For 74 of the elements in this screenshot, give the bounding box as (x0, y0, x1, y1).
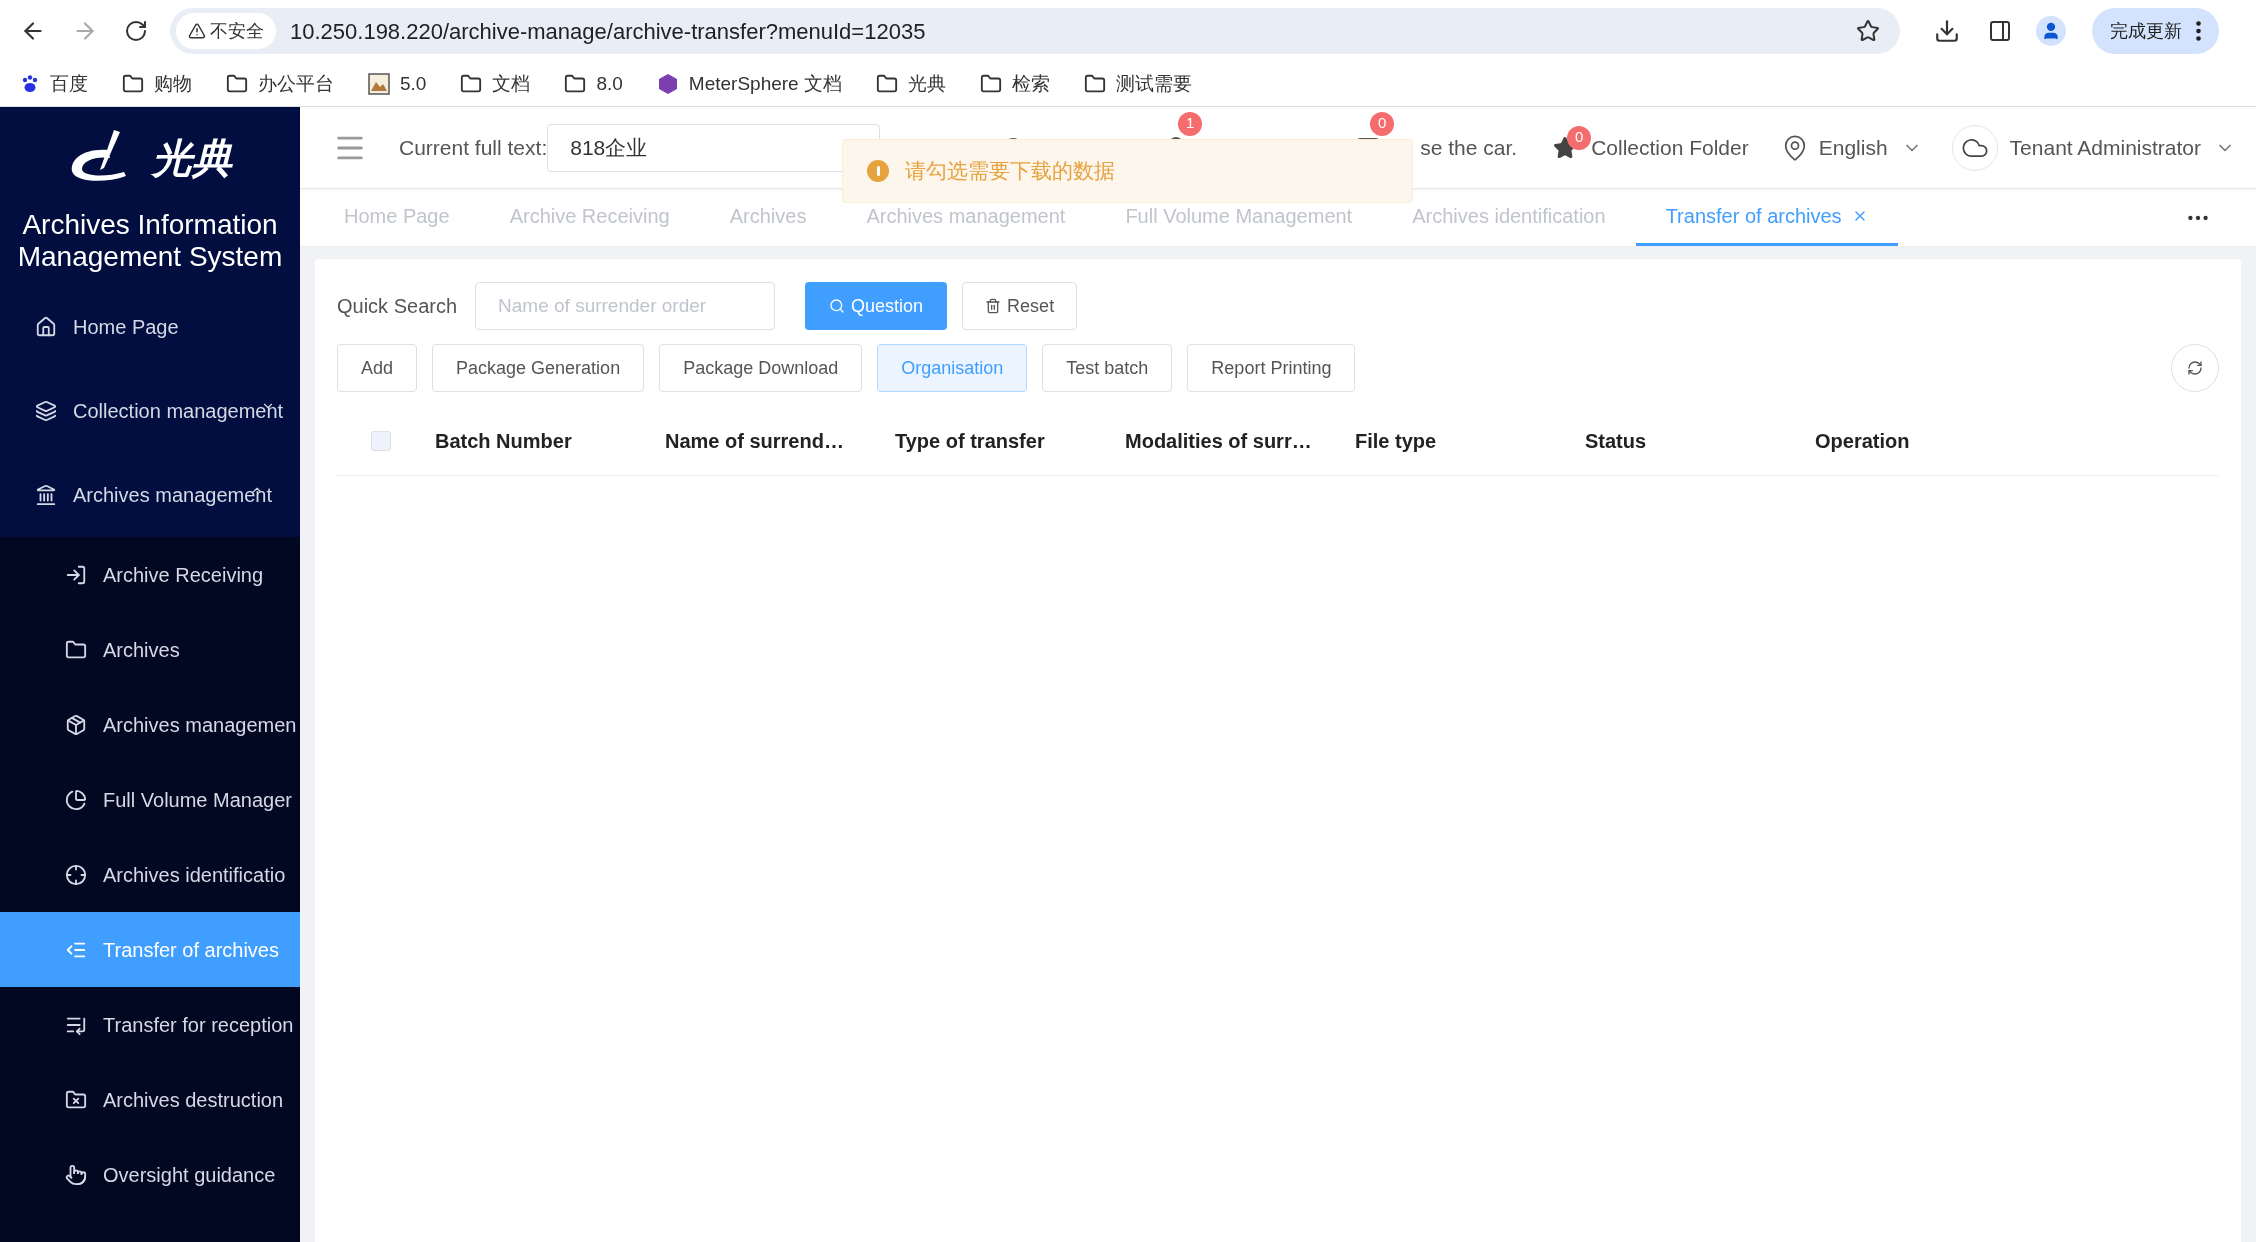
update-button[interactable]: 完成更新 (2092, 8, 2219, 54)
bookmark[interactable]: 8.0 (564, 69, 623, 99)
collection-folder-link[interactable]: Collection Folder (1591, 131, 1749, 164)
toolbar-button[interactable]: Package Generation (432, 344, 645, 392)
sidebar-item[interactable]: Home Page (0, 285, 300, 369)
folder-icon (875, 73, 898, 95)
count-badge: 0 (1567, 125, 1592, 150)
trash-icon (985, 298, 1002, 314)
warning-icon (867, 160, 889, 182)
bookmark[interactable]: 5.0 (368, 69, 427, 99)
folder-icon (122, 73, 144, 95)
sidebar-item[interactable]: Archives (0, 612, 300, 687)
bookmark[interactable]: 检索 (979, 69, 1050, 99)
search-icon (829, 298, 846, 314)
column-header: Modalities of surr… (1125, 429, 1312, 452)
warning-icon (188, 22, 206, 40)
folder-icon (564, 73, 587, 95)
side-panel-icon[interactable] (1988, 19, 2012, 43)
sidebar-item[interactable]: Archives management (0, 453, 300, 537)
bookmark[interactable]: 光典 (875, 69, 946, 99)
system-title: Archives Information Management System (16, 209, 284, 274)
bookmark[interactable]: 文档 (460, 69, 531, 99)
current-input[interactable]: 818企业 (547, 123, 881, 172)
sidebar-item[interactable]: Archives managemen (0, 687, 300, 762)
sidebar-item[interactable]: Archives destruction (0, 1062, 300, 1137)
sidebar-item[interactable]: Archives identificatio (0, 837, 300, 912)
quick-search-label: Quick Search (337, 294, 458, 319)
sidebar-item[interactable]: Archive Receiving (0, 537, 300, 612)
toolbar-button[interactable]: Report Printing (1187, 344, 1356, 392)
hexagon-icon (656, 73, 679, 95)
column-header: Status (1585, 429, 1647, 452)
user-name[interactable]: Tenant Administrator (2009, 131, 2202, 164)
folder-icon (460, 73, 483, 95)
toast-message: 请勾选需要下载的数据 (905, 158, 1115, 185)
current-label: Current full text: (399, 134, 548, 161)
column-header: Type of transfer (895, 429, 1045, 452)
count-badge: 0 (1370, 111, 1395, 136)
count-badge: 1 (1178, 111, 1203, 136)
folder-icon (226, 73, 248, 95)
sidebar-item[interactable]: Full Volume Manager (0, 762, 300, 837)
car-text: se the car. (1420, 134, 1518, 161)
reset-button[interactable]: Reset (962, 282, 1078, 330)
bookmark[interactable]: 办公平台 (226, 69, 334, 99)
paw-icon (20, 74, 40, 94)
column-header: Operation (1815, 429, 1910, 452)
bookmark[interactable]: 测试需要 (1083, 69, 1192, 99)
folder-icon (1083, 73, 1106, 95)
toolbar-button[interactable]: Add (337, 344, 418, 392)
sidebar-item[interactable]: Collection management (0, 369, 300, 453)
security-chip[interactable]: 不安全 (176, 13, 276, 49)
url-text: 10.250.198.220/archive-manage/archive-transfer?menuId=12035 (290, 17, 926, 46)
download-icon[interactable] (1934, 18, 1960, 44)
image-icon (368, 73, 390, 95)
reload-icon[interactable] (124, 19, 148, 43)
address-bar[interactable]: 不安全 10.250.198.220/archive-manage/archive-transfer?menuId=12035 (170, 8, 1900, 54)
column-header: Name of surrend… (665, 429, 844, 452)
sidebar-item[interactable]: Oversight guidance (0, 1137, 300, 1212)
select-all-checkbox[interactable] (371, 430, 391, 451)
column-header: File type (1355, 429, 1437, 452)
sidebar-item[interactable]: Transfer for reception (0, 987, 300, 1062)
logo-text: 光典 (152, 135, 232, 182)
bookmark-star-icon[interactable] (1856, 19, 1880, 43)
folder-icon (979, 73, 1002, 95)
profile-avatar[interactable] (2036, 16, 2066, 46)
bookmark[interactable]: 百度 (20, 69, 88, 99)
bookmark[interactable]: 购物 (122, 69, 192, 99)
refresh-icon (2187, 360, 2203, 376)
toolbar-button[interactable]: Test batch (1042, 344, 1173, 392)
language-select[interactable]: English (1818, 131, 1888, 164)
bookmark[interactable]: MeterSphere 文档 (656, 69, 842, 99)
toolbar-button[interactable]: Package Download (659, 344, 863, 392)
column-header: Batch Number (435, 429, 572, 452)
menu-dots-icon (2196, 21, 2201, 41)
search-field[interactable]: Name of surrender order (475, 282, 776, 330)
